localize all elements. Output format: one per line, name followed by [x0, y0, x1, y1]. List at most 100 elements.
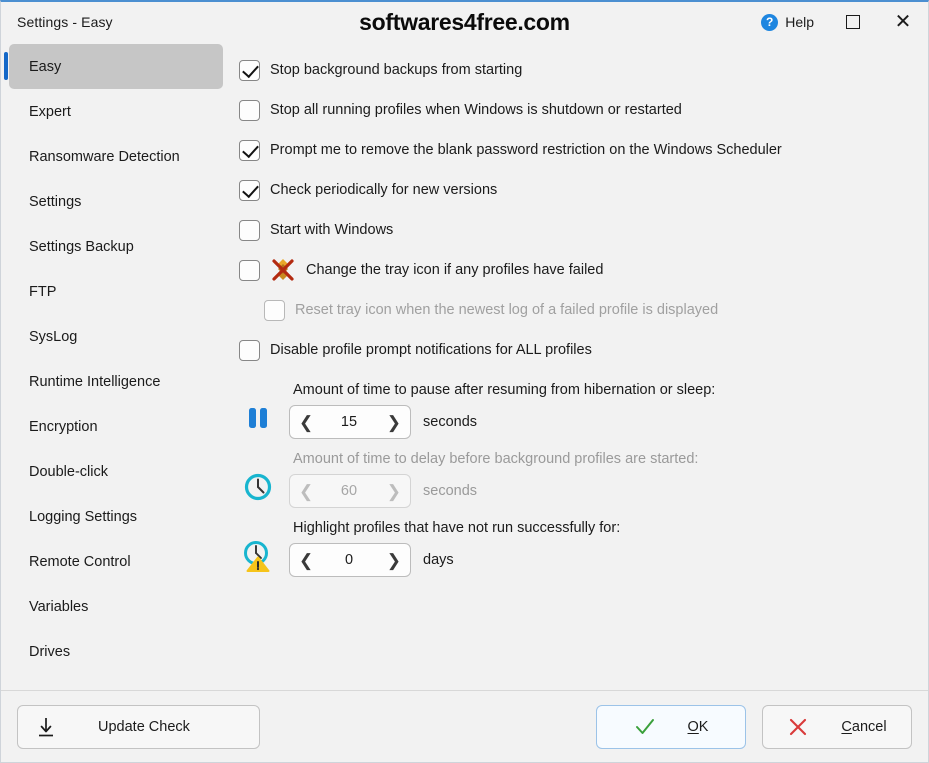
download-arrow-icon [36, 716, 56, 738]
checkbox-label: Change the tray icon if any profiles hav… [306, 262, 604, 278]
option-row: Change the tray icon if any profiles hav… [239, 250, 928, 290]
chevron-right-icon[interactable]: ❯ [387, 414, 401, 431]
checkbox-label: Check periodically for new versions [270, 182, 498, 198]
checkbox-label: Stop background backups from starting [270, 62, 523, 78]
sidebar-item-label: Easy [29, 58, 62, 75]
sidebar-item-label: Runtime Intelligence [29, 373, 161, 390]
sidebar-item-label: Expert [29, 103, 71, 120]
title-bar-controls: ? Help ✕ [747, 2, 928, 42]
window-body: Easy Expert Ransomware Detection Setting… [1, 42, 928, 690]
update-check-label: Update Check [98, 718, 190, 735]
sidebar-item-label: Logging Settings [29, 508, 138, 525]
checkbox-reset-tray-icon[interactable] [264, 299, 285, 321]
help-label: Help [785, 14, 814, 30]
clock-icon [239, 468, 277, 506]
spinner-unit-label: seconds [423, 483, 478, 499]
checkbox-check-new-versions[interactable] [239, 179, 260, 201]
chevron-left-icon[interactable]: ❮ [299, 414, 313, 431]
spinner-delay-seconds[interactable]: ❮ 60 ❯ [289, 474, 411, 508]
spinner-value[interactable]: 15 [313, 414, 387, 430]
sidebar-item-drives[interactable]: Drives [9, 629, 223, 674]
sidebar-item-syslog[interactable]: SysLog [9, 314, 223, 359]
sidebar-item-easy[interactable]: Easy [4, 44, 223, 89]
clock-warning-icon [239, 537, 277, 575]
ok-accelerator: O [687, 718, 699, 735]
chevron-left-icon[interactable]: ❮ [299, 483, 313, 500]
check-icon [634, 716, 656, 738]
spinner-highlight-days[interactable]: ❮ 0 ❯ [289, 543, 411, 577]
sidebar-item-remote-control[interactable]: Remote Control [9, 539, 223, 584]
ok-button[interactable]: OK [596, 704, 746, 749]
checkbox-stop-all-running-profiles[interactable] [239, 99, 260, 121]
settings-panel: Stop background backups from starting St… [231, 42, 928, 690]
option-row: Prompt me to remove the blank password r… [239, 130, 928, 170]
cancel-label-rest: ancel [851, 718, 887, 735]
ok-label: OK [688, 719, 709, 735]
option-row: Stop background backups from starting [239, 50, 928, 90]
setting-delay-background-profiles: Amount of time to delay before backgroun… [239, 451, 928, 508]
sidebar-item-double-click[interactable]: Double-click [9, 449, 223, 494]
ok-label-rest: K [698, 718, 709, 735]
maximize-icon [846, 15, 860, 29]
sidebar-item-label: Settings Backup [29, 238, 134, 255]
checkbox-label: Reset tray icon when the newest log of a… [295, 302, 719, 318]
sidebar-item-label: Encryption [29, 418, 98, 435]
checkbox-label: Disable profile prompt notifications for… [270, 342, 592, 358]
sidebar-item-ransomware-detection[interactable]: Ransomware Detection [9, 134, 223, 179]
sidebar-item-encryption[interactable]: Encryption [9, 404, 223, 449]
checkbox-change-tray-icon[interactable] [239, 259, 260, 281]
chevron-right-icon[interactable]: ❯ [387, 483, 401, 500]
checkbox-label: Stop all running profiles when Windows i… [270, 102, 682, 118]
chevron-left-icon[interactable]: ❮ [299, 552, 313, 569]
sidebar-item-label: Variables [29, 598, 89, 615]
checkbox-disable-profile-prompts[interactable] [239, 339, 260, 361]
sidebar-item-settings-backup[interactable]: Settings Backup [9, 224, 223, 269]
cancel-button[interactable]: Cancel [762, 704, 912, 749]
sidebar-item-runtime-intelligence[interactable]: Runtime Intelligence [9, 359, 223, 404]
setting-content: Amount of time to delay before backgroun… [289, 451, 698, 508]
checkbox-prompt-blank-password[interactable] [239, 139, 260, 161]
checkbox-start-with-windows[interactable] [239, 219, 260, 241]
spinner-pause-seconds[interactable]: ❮ 15 ❯ [289, 405, 411, 439]
sidebar-item-label: Double-click [29, 463, 108, 480]
spinner-value[interactable]: 0 [313, 552, 387, 568]
update-check-button[interactable]: Update Check [17, 704, 260, 749]
setting-content: Amount of time to pause after resuming f… [289, 382, 715, 439]
option-row: Disable profile prompt notifications for… [239, 330, 928, 370]
sidebar-item-logging-settings[interactable]: Logging Settings [9, 494, 223, 539]
sidebar-item-label: SysLog [29, 328, 78, 345]
maximize-button[interactable] [828, 2, 878, 42]
sidebar-item-label: FTP [29, 283, 57, 300]
cancel-label: Cancel [841, 719, 886, 735]
sidebar-item-label: Settings [29, 193, 82, 210]
sidebar-item-ftp[interactable]: FTP [9, 269, 223, 314]
sidebar-item-expert[interactable]: Expert [9, 89, 223, 134]
title-bar: Settings - Easy softwares4free.com ? Hel… [1, 2, 928, 42]
sidebar-item-label: Drives [29, 643, 71, 660]
setting-caption: Amount of time to delay before backgroun… [293, 451, 699, 467]
close-icon: ✕ [894, 11, 912, 33]
setting-control-line: ❮ 0 ❯ days [289, 543, 620, 577]
question-circle-icon: ? [761, 13, 779, 31]
sidebar-item-variables[interactable]: Variables [9, 584, 223, 629]
setting-control-line: ❮ 15 ❯ seconds [289, 405, 715, 439]
sidebar-item-label: Ransomware Detection [29, 148, 180, 165]
setting-highlight-profiles: Highlight profiles that have not run suc… [239, 520, 928, 577]
help-button[interactable]: ? Help [747, 2, 828, 42]
pause-icon [239, 399, 277, 437]
setting-content: Highlight profiles that have not run suc… [289, 520, 620, 577]
sidebar-item-settings[interactable]: Settings [9, 179, 223, 224]
dialog-footer: Update Check OK Cancel [1, 690, 928, 762]
option-row: Stop all running profiles when Windows i… [239, 90, 928, 130]
close-button[interactable]: ✕ [878, 2, 928, 42]
spinner-unit-label: seconds [423, 414, 478, 430]
spinner-value[interactable]: 60 [313, 483, 387, 499]
checkbox-stop-background-backups[interactable] [239, 59, 260, 81]
setting-caption: Highlight profiles that have not run suc… [293, 520, 621, 536]
cancel-accelerator: C [841, 718, 852, 735]
cross-icon [787, 716, 809, 738]
setting-caption: Amount of time to pause after resuming f… [293, 382, 716, 398]
chevron-right-icon[interactable]: ❯ [387, 552, 401, 569]
setting-control-line: ❮ 60 ❯ seconds [289, 474, 698, 508]
checkbox-label: Start with Windows [270, 222, 394, 238]
